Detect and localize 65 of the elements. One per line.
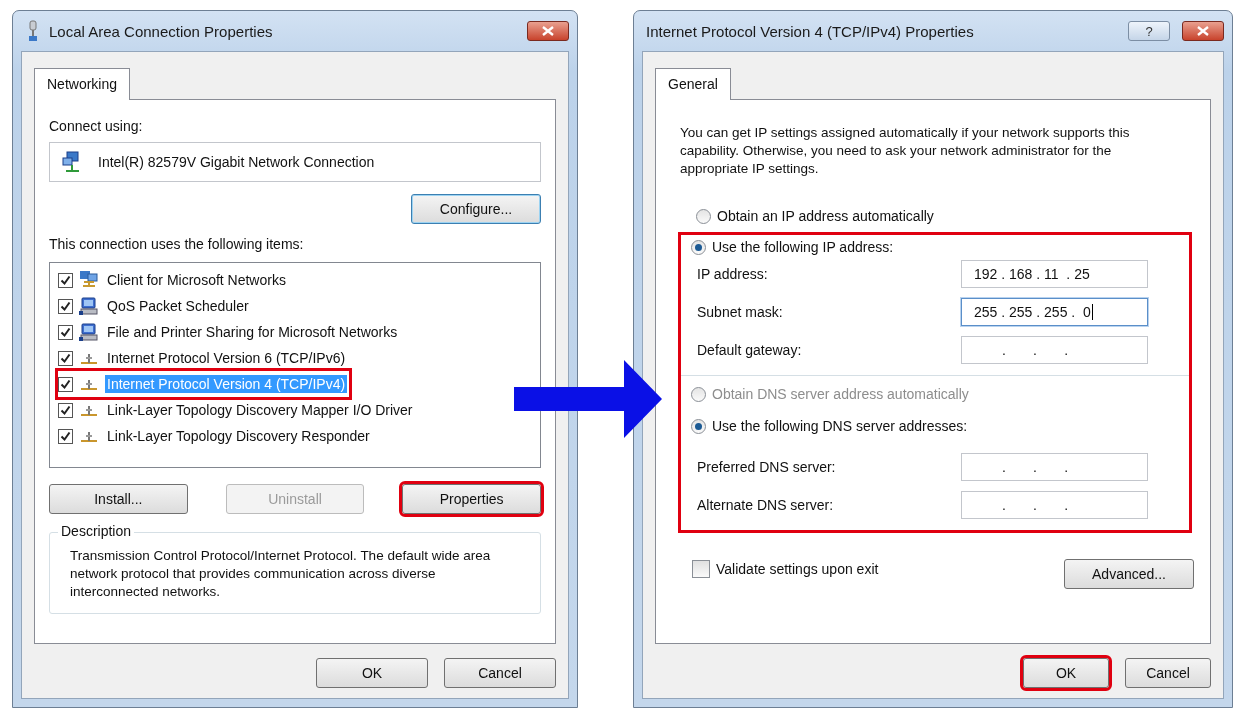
network-client-icon [79, 270, 99, 290]
list-item[interactable]: Link-Layer Topology Discovery Mapper I/O Driver [105, 401, 415, 419]
radio-button[interactable] [696, 208, 711, 224]
checkbox[interactable] [58, 350, 73, 366]
close-icon [542, 26, 554, 36]
checkbox[interactable] [58, 402, 73, 418]
action-button[interactable]: Install... [49, 484, 188, 514]
ip-field[interactable]: . . . [961, 336, 1148, 364]
checkbox[interactable] [58, 428, 73, 444]
checkbox-label: Validate settings upon exit [716, 561, 879, 577]
help-button[interactable]: ? [1128, 21, 1170, 41]
field-label: Subnet mask: [697, 304, 784, 320]
checkmark-icon [60, 326, 71, 338]
ip-field[interactable]: . . . [961, 491, 1148, 519]
cancel-button[interactable]: Cancel [444, 658, 556, 688]
intro-text: You can get IP settings assigned automatically if your network supports this capability. Otherwise, you need to ask your network administrator for the appropriate IP settings. [680, 124, 1131, 178]
group-label: Description [58, 523, 135, 539]
list-item[interactable]: Client for Microsoft Networks [105, 271, 288, 289]
radio-button[interactable] [691, 239, 706, 255]
close-button[interactable] [1182, 21, 1224, 41]
close-button[interactable] [527, 21, 569, 41]
advanced-button[interactable]: Advanced... [1064, 559, 1194, 589]
field-label: Preferred DNS server: [697, 459, 837, 475]
tab[interactable]: General [655, 68, 731, 100]
configure-button[interactable]: Configure... [411, 194, 541, 224]
checkmark-icon [60, 352, 71, 364]
checkbox[interactable] [58, 272, 73, 288]
window-title: Local Area Connection Properties [49, 22, 274, 40]
checkmark-icon [60, 404, 71, 416]
checkmark-icon [60, 300, 71, 312]
window-title: Internet Protocol Version 4 (TCP/IPv4) Properties [646, 22, 975, 40]
list-item[interactable]: Link-Layer Topology Discovery Responder [105, 427, 372, 445]
checkbox[interactable] [692, 560, 710, 578]
list-item[interactable]: Internet Protocol Version 6 (TCP/IPv6) [105, 349, 348, 367]
radio-button[interactable] [691, 418, 706, 434]
checkbox[interactable] [58, 376, 73, 392]
adapter-name: Intel(R) 82579V Gigabit Network Connection [98, 154, 375, 170]
radio-label[interactable]: Obtain an IP address automatically [717, 208, 934, 224]
action-button[interactable]: Properties [402, 484, 541, 514]
ip-field[interactable]: 192 . 168 . 11 . 25 [961, 260, 1148, 288]
checkmark-icon [60, 430, 71, 442]
description-text: Transmission Control Protocol/Internet Protocol. The default wide area network protocol that provides communication across diverse interconnected networks. [70, 547, 492, 601]
tab[interactable]: Networking [34, 68, 131, 100]
ip-field[interactable]: 255 . 255 . 255 . 0 [961, 298, 1148, 326]
cancel-button[interactable]: Cancel [1125, 658, 1211, 688]
field-label: Alternate DNS server: [697, 497, 835, 513]
checkbox[interactable] [58, 298, 73, 314]
radio-label: Obtain DNS server address automatically [712, 386, 969, 402]
list-item[interactable]: File and Printer Sharing for Microsoft Networks [105, 323, 400, 341]
list-item[interactable]: QoS Packet Scheduler [105, 297, 251, 315]
checkbox[interactable] [58, 324, 73, 340]
ip-field[interactable]: . . . [961, 453, 1148, 481]
computer-icon [79, 322, 99, 342]
checkmark-icon [60, 378, 71, 390]
field-label: Default gateway: [697, 342, 803, 358]
radio-label[interactable]: Use the following DNS server addresses: [712, 418, 968, 434]
radio-label[interactable]: Use the following IP address: [712, 239, 894, 255]
label: This connection uses the following items: [49, 236, 305, 252]
computer-icon [79, 296, 99, 316]
field-label: IP address: [697, 266, 769, 282]
label: Connect using: [49, 118, 144, 134]
checkmark-icon [60, 274, 71, 286]
ok-button[interactable]: OK [1023, 658, 1109, 688]
close-icon [1197, 26, 1209, 36]
ok-button[interactable]: OK [316, 658, 428, 688]
